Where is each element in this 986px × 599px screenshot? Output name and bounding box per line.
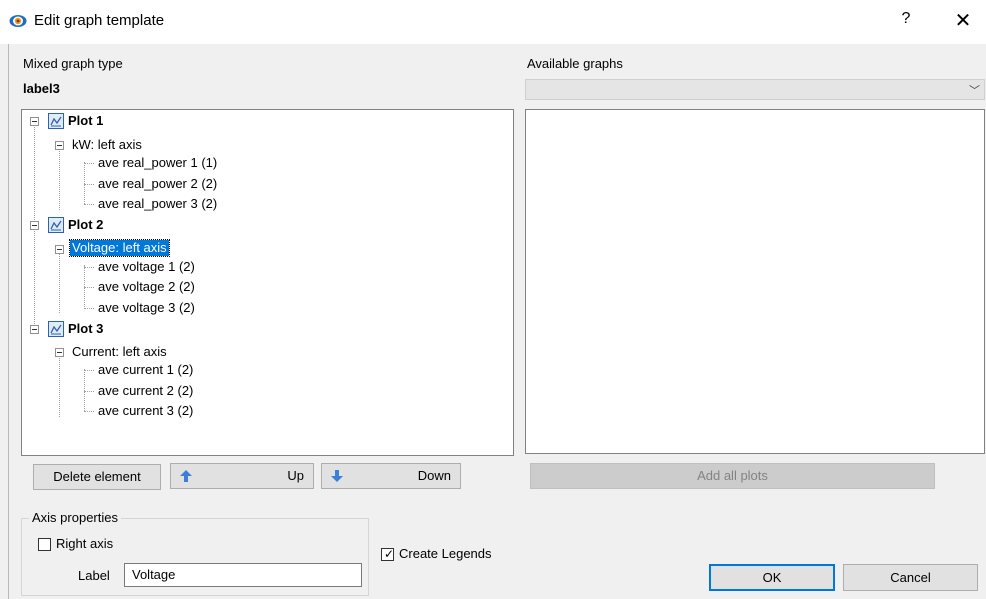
tree-node-series[interactable]: ave real_power 1 (1) (98, 155, 217, 171)
help-button[interactable]: ? (896, 10, 916, 32)
add-all-plots-button[interactable]: Add all plots (530, 463, 935, 489)
tree-line (84, 267, 94, 268)
tree-node-axis[interactable]: kW: left axis (72, 137, 142, 153)
tree-node-axis-selected[interactable]: Voltage: left axis (69, 239, 170, 257)
axis-properties-title: Axis properties (29, 510, 121, 525)
cancel-button[interactable]: Cancel (843, 564, 978, 591)
tree-node-series[interactable]: ave current 1 (2) (98, 362, 193, 378)
tree-line (84, 391, 94, 392)
create-legends-checkbox[interactable]: ✓ (381, 548, 394, 561)
ok-button[interactable]: OK (709, 564, 835, 591)
up-button-label: Up (287, 468, 304, 483)
tree-node-series[interactable]: ave current 3 (2) (98, 403, 193, 419)
tree-node-series[interactable]: ave voltage 1 (2) (98, 259, 195, 275)
tree-line (84, 370, 94, 371)
right-axis-label[interactable]: Right axis (56, 536, 113, 551)
tree-line (84, 163, 94, 164)
available-graphs-list[interactable] (525, 109, 985, 454)
app-eye-icon (9, 15, 27, 27)
tree-line (59, 249, 60, 313)
collapse-icon[interactable] (55, 141, 64, 150)
tree-node-series[interactable]: ave voltage 3 (2) (98, 300, 195, 316)
mixed-graph-type-label: Mixed graph type (23, 56, 123, 71)
arrow-up-icon (180, 470, 192, 482)
tree-line (84, 411, 94, 412)
tree-line (84, 204, 94, 205)
plot-icon (48, 321, 64, 337)
right-axis-checkbox[interactable] (38, 538, 51, 551)
tree-line (84, 287, 94, 288)
down-button[interactable]: Down (321, 463, 461, 489)
graph-name-label: label3 (23, 81, 60, 96)
tree-node-axis[interactable]: Current: left axis (72, 344, 167, 360)
axis-label-input[interactable]: Voltage (124, 563, 362, 587)
axis-label-caption: Label (78, 568, 110, 583)
tree-line (84, 265, 85, 307)
tree-line (84, 369, 85, 411)
tree-node-plot[interactable]: Plot 1 (68, 113, 103, 129)
delete-element-button[interactable]: Delete element (33, 464, 161, 490)
plot-tree[interactable]: Plot 1 kW: left axis ave real_power 1 (1… (21, 109, 514, 456)
tree-line (59, 146, 60, 210)
up-button[interactable]: Up (170, 463, 314, 489)
tree-line (84, 162, 85, 204)
tree-node-series[interactable]: ave voltage 2 (2) (98, 279, 195, 295)
tree-node-plot[interactable]: Plot 3 (68, 321, 103, 337)
collapse-icon[interactable] (30, 221, 39, 230)
plot-icon (48, 113, 64, 129)
available-graphs-combo[interactable]: ﹀ (525, 79, 985, 100)
tree-line (84, 184, 94, 185)
create-legends-label[interactable]: Create Legends (399, 546, 492, 561)
chevron-down-icon: ﹀ (969, 85, 980, 97)
check-icon: ✓ (384, 547, 395, 561)
window-border (8, 44, 9, 599)
tree-line (59, 353, 60, 417)
down-button-label: Down (417, 468, 451, 483)
collapse-icon[interactable] (30, 325, 39, 334)
tree-line (84, 308, 94, 309)
window-title: Edit graph template (34, 12, 165, 29)
tree-node-series[interactable]: ave real_power 3 (2) (98, 196, 217, 212)
tree-node-series[interactable]: ave current 2 (2) (98, 383, 193, 399)
collapse-icon[interactable] (55, 245, 64, 254)
arrow-down-icon (331, 470, 343, 482)
close-button[interactable]: ✕ (952, 8, 974, 32)
plot-icon (48, 217, 64, 233)
tree-node-plot[interactable]: Plot 2 (68, 217, 103, 233)
collapse-icon[interactable] (30, 117, 39, 126)
collapse-icon[interactable] (55, 348, 64, 357)
tree-node-series[interactable]: ave real_power 2 (2) (98, 176, 217, 192)
available-graphs-label: Available graphs (527, 56, 623, 71)
